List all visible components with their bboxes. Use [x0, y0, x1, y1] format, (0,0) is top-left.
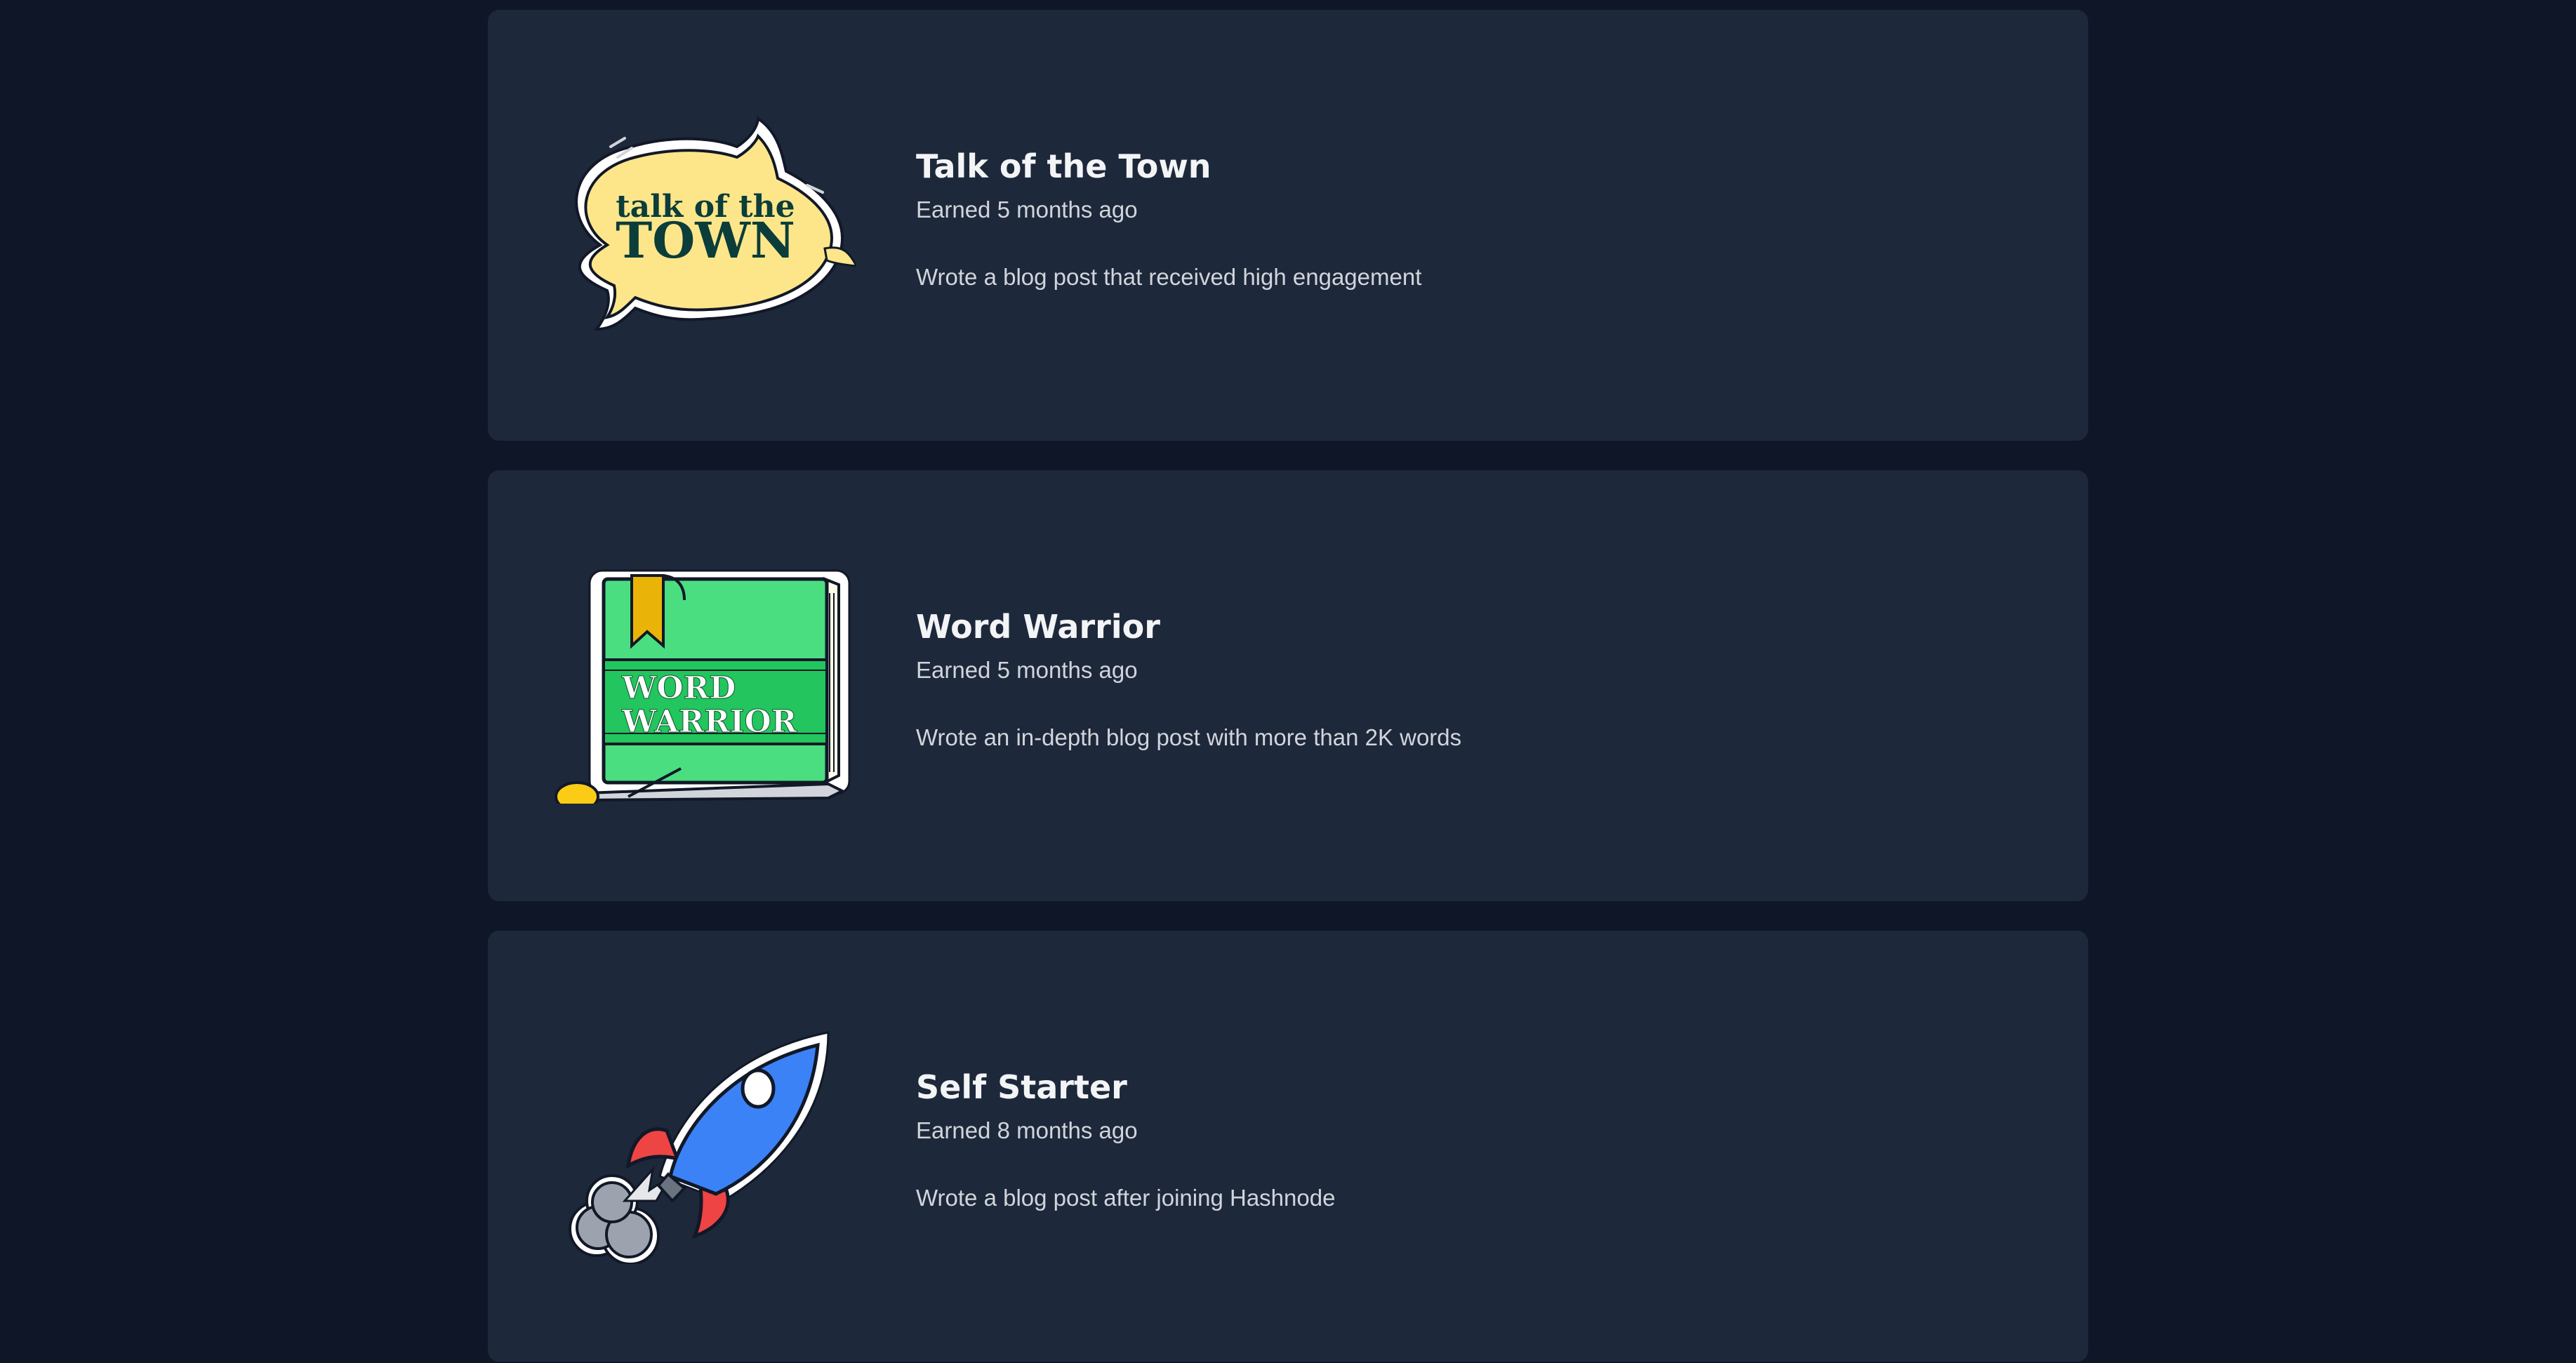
badge-art-line2: TOWN — [616, 211, 795, 270]
word-warrior-badge-icon: WORD WARRIOR — [547, 565, 856, 804]
badge-card-talk-of-the-town[interactable]: talk of the TOWN Talk of the Town Earned… — [488, 10, 2088, 441]
badge-info: Talk of the Town Earned 5 months ago Wro… — [916, 147, 1969, 293]
badge-list: talk of the TOWN Talk of the Town Earned… — [488, 10, 2088, 1363]
badge-info: Word Warrior Earned 5 months ago Wrote a… — [916, 607, 1969, 753]
badge-earned-date: Earned 8 months ago — [916, 1117, 1138, 1143]
badge-description: Wrote an in-depth blog post with more th… — [916, 724, 1462, 750]
badge-title: Self Starter — [916, 1068, 1127, 1106]
badge-art-line2: WARRIOR — [621, 704, 797, 740]
badge-info: Self Starter Earned 8 months ago Wrote a… — [916, 1068, 1969, 1214]
page: talk of the TOWN Talk of the Town Earned… — [0, 0, 2576, 1363]
self-starter-rocket-icon — [547, 1025, 856, 1264]
badge-title: Talk of the Town — [916, 147, 1211, 185]
badge-art-line1: WORD — [621, 670, 736, 706]
badge-earned-date: Earned 5 months ago — [916, 197, 1138, 222]
badge-earned-date: Earned 5 months ago — [916, 657, 1138, 683]
badge-description: Wrote a blog post after joining Hashnode — [916, 1185, 1336, 1211]
talk-of-the-town-badge-icon: talk of the TOWN — [547, 105, 856, 343]
badge-card-self-starter[interactable]: Self Starter Earned 8 months ago Wrote a… — [488, 931, 2088, 1362]
badge-title: Word Warrior — [916, 608, 1160, 646]
badge-card-word-warrior[interactable]: WORD WARRIOR Word Warrior Earned 5 month… — [488, 470, 2088, 901]
badge-description: Wrote a blog post that received high eng… — [916, 264, 1422, 290]
